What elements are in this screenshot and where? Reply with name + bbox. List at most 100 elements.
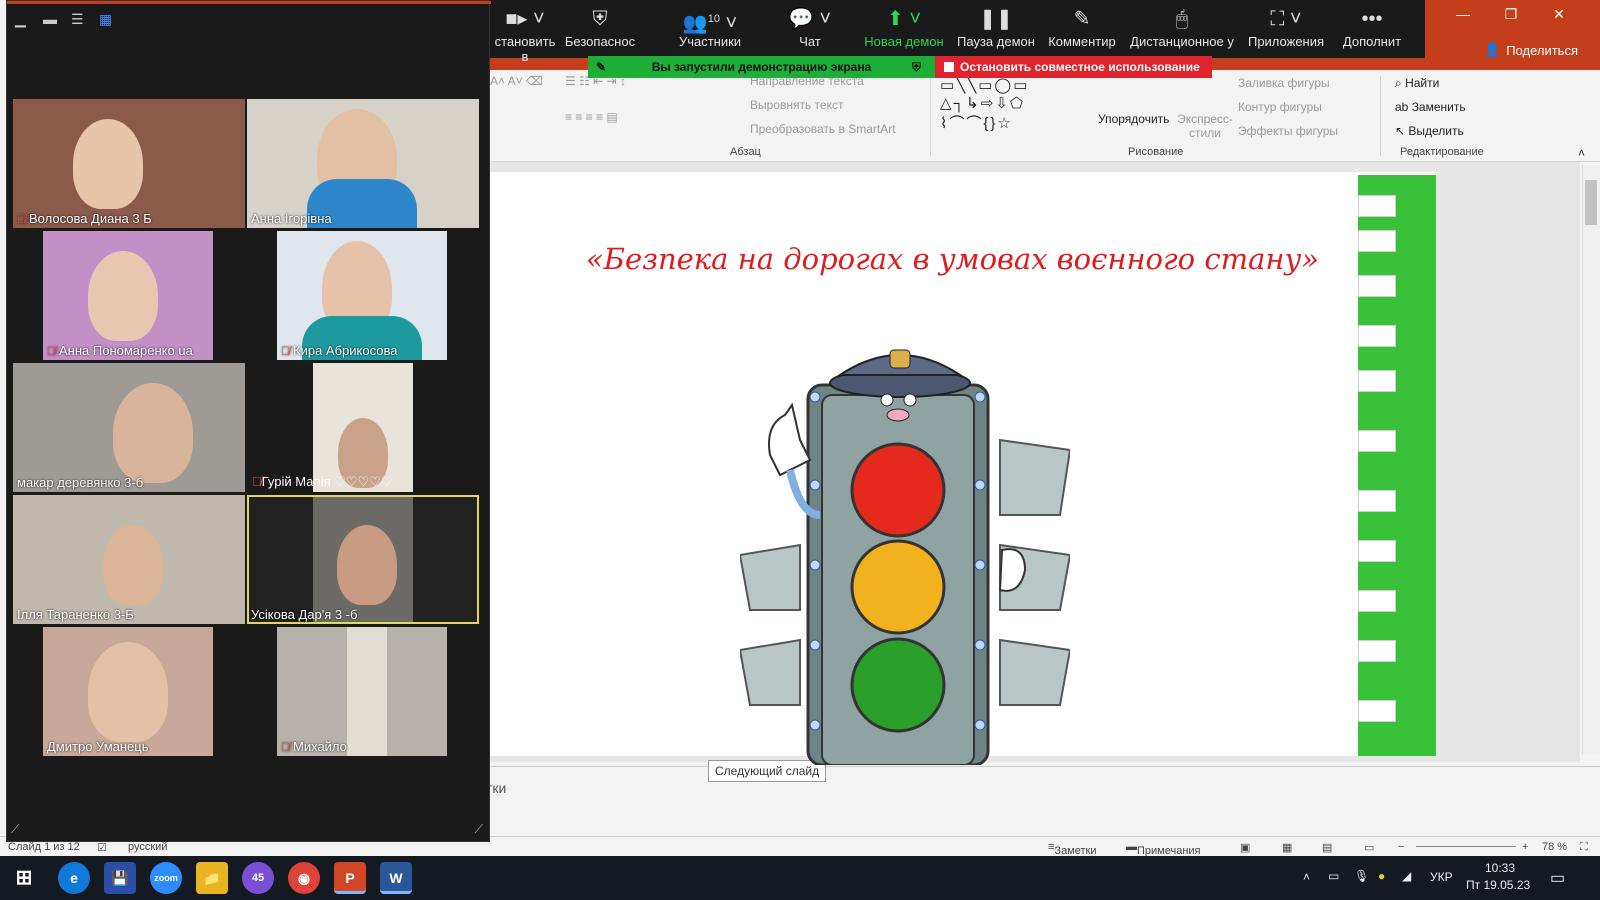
strip-view-icon[interactable]: ☰ — [71, 11, 84, 28]
video-tile[interactable]: Анна Ігорівна — [247, 99, 479, 228]
video-tile[interactable]: Дмитро Уманець — [43, 627, 213, 756]
select-button[interactable]: ↖ Выделить — [1395, 124, 1464, 138]
collapse-ribbon-icon[interactable]: ˄ — [1578, 146, 1585, 160]
annotate-button[interactable]: ✎ Комментир — [1042, 4, 1122, 49]
replace-button[interactable]: ab Заменить — [1395, 100, 1466, 114]
video-tile-active-speaker[interactable]: Усікова Дар'я 3 -б — [247, 495, 479, 624]
battery-icon[interactable]: ▭ — [1328, 869, 1339, 883]
zoom-app-icon[interactable]: zoom — [150, 862, 182, 894]
align-text-button[interactable]: Выровнять текст — [750, 98, 843, 112]
reading-view-icon[interactable]: ▤ — [1322, 841, 1332, 854]
quick-styles-button[interactable]: Экспресс-стили — [1175, 112, 1235, 140]
ribbon: Направление текста Выровнять текст Преоб… — [480, 70, 1600, 162]
video-tile[interactable]: 🎙̸ Михайло — [277, 627, 447, 756]
gallery-view-icon[interactable]: ▦ — [99, 11, 112, 28]
video-tile[interactable]: 🎙̸ Волосова Диана 3 Б — [13, 99, 245, 228]
edge-icon[interactable]: e — [58, 862, 90, 894]
participant-video — [88, 642, 168, 742]
strip-tab — [1358, 430, 1396, 452]
resize-handle-icon[interactable]: ⟋ — [11, 822, 19, 837]
apps-button[interactable]: ⛶ ˅ Приложения — [1242, 4, 1330, 49]
video-button[interactable]: ■▸ ˅ становить в — [490, 4, 560, 64]
mouse-icon: 🖱 — [1176, 8, 1188, 30]
more-button[interactable]: ••• Дополнит — [1332, 4, 1412, 49]
notes-button[interactable]: ≡ Заметки — [1048, 841, 1097, 857]
participants-button[interactable]: 👥10 ˅ Участники — [660, 4, 760, 49]
strip-tab — [1358, 230, 1396, 252]
maximize-icon[interactable]: ❐ — [1496, 6, 1526, 23]
shapes-gallery[interactable]: ▭╲╲▭◯▭ △┐↳⇨⇩⬠ ⌇⌒⌒{}☆ — [940, 76, 1029, 133]
minimize-icon[interactable]: — — [1448, 6, 1478, 22]
tray-expand-icon[interactable]: ˄ — [1303, 870, 1310, 884]
chrome-icon[interactable]: ◉ — [288, 862, 320, 894]
find-button[interactable]: ⌕ Найти — [1395, 76, 1439, 91]
microphone-icon[interactable]: 🎙 — [1354, 869, 1369, 883]
zoom-gallery-panel: ▁ ▬ ☰ ▦ 🎙̸ Волосова Диана 3 Б Анна Ігорів… — [6, 0, 491, 842]
participant-name: Гурій Марія ♡♡♡♡♡ — [261, 474, 393, 489]
strip-tab — [1358, 590, 1396, 612]
viber-icon[interactable]: 45 — [242, 862, 274, 894]
notes-pane[interactable] — [480, 766, 1600, 836]
zoom-slider[interactable] — [1416, 846, 1516, 847]
muted-mic-icon: 🎙̸ — [281, 344, 290, 358]
participant-name: Анна Пономаренко ua — [59, 343, 193, 358]
clock-time[interactable]: 10:33 — [1485, 861, 1515, 875]
smartart-button[interactable]: Преобразовать в SmartArt — [750, 122, 896, 136]
video-tile[interactable]: Ілля Тараненко 3-Б — [13, 495, 245, 624]
language-indicator[interactable]: УКР — [1430, 870, 1453, 884]
video-tile[interactable]: 🎙̸ Анна Пономаренко ua — [43, 231, 213, 360]
arrange-button[interactable]: Упорядочить — [1098, 112, 1169, 126]
zoom-in-icon[interactable]: + — [1522, 841, 1528, 853]
minimize-gallery-icon[interactable]: ▁ — [15, 11, 26, 28]
shape-effects-button[interactable]: Эффекты фигуры — [1238, 124, 1338, 138]
slideshow-icon[interactable]: ▭ — [1364, 841, 1374, 854]
clock-date[interactable]: Пт 19.05.23 — [1466, 878, 1530, 892]
new-share-button[interactable]: ⬆ ˅ Новая демон — [860, 4, 948, 49]
chat-button[interactable]: 💬 ˅ Чат — [780, 4, 840, 49]
comments-button[interactable]: ▬ Примечания — [1126, 841, 1201, 857]
search-icon: ⌕ — [1395, 76, 1406, 90]
vertical-scrollbar[interactable] — [1582, 165, 1600, 755]
word-taskbar-icon[interactable]: W — [380, 862, 412, 894]
zoom-out-icon[interactable]: − — [1398, 841, 1404, 853]
resize-handle-icon[interactable]: ⟋ — [475, 822, 483, 837]
font-size-icons[interactable]: A˄ A˅ ⌫ — [490, 74, 543, 88]
single-view-icon[interactable]: ▬ — [43, 11, 57, 27]
video-tile[interactable] — [313, 363, 413, 492]
fit-slide-icon[interactable]: ⛶ — [1580, 841, 1588, 854]
tray-app-icon[interactable]: ● — [1378, 869, 1385, 883]
zoom-level[interactable]: 78 % — [1542, 841, 1567, 853]
participant-video — [88, 251, 158, 341]
notifications-icon[interactable]: ▭ — [1550, 868, 1565, 888]
video-tile[interactable]: 🎙̸ Кира Абрикосова — [277, 231, 447, 360]
participant-video — [73, 119, 143, 209]
start-menu-icon[interactable]: ⊞ — [8, 862, 40, 894]
ppt-titlebar: ⧉ — ❐ ✕ — [1400, 0, 1600, 36]
share-button[interactable]: 👤 Поделиться — [1484, 42, 1578, 58]
scrollbar-thumb[interactable] — [1585, 180, 1597, 225]
apps-icon: ⛶ ˅ — [1270, 8, 1302, 30]
powerpoint-taskbar-icon[interactable]: P — [334, 862, 366, 894]
shape-fill-button[interactable]: Заливка фигуры — [1238, 76, 1330, 90]
sharing-status-banner[interactable]: ✎ Вы запустили демонстрацию экрана ⛨ — [588, 56, 935, 78]
security-button[interactable]: ⛨ Безопаснос — [560, 4, 640, 49]
shape-outline-button[interactable]: Контур фигуры — [1238, 100, 1322, 114]
pause-share-button[interactable]: ❚❚ Пауза демон — [952, 4, 1040, 49]
file-explorer-icon[interactable]: 📁 — [196, 862, 228, 894]
slide-sorter-icon[interactable]: ▦ — [1282, 841, 1292, 854]
remote-control-button[interactable]: 🖱 Дистанционное у — [1124, 4, 1240, 49]
share-label: Поделиться — [1506, 42, 1578, 58]
language-indicator[interactable]: русский — [128, 841, 167, 853]
spellcheck-icon[interactable]: ☑ — [97, 841, 107, 854]
save-app-icon[interactable]: 💾 — [104, 862, 136, 894]
stop-share-button[interactable]: Остановить совместное использование — [935, 56, 1212, 78]
close-icon[interactable]: ✕ — [1544, 6, 1574, 23]
pause-icon: ❚❚ — [979, 8, 1013, 30]
normal-view-icon[interactable]: ▣ — [1240, 841, 1250, 854]
drawing-group-label: Рисование — [1128, 146, 1184, 158]
align-icons[interactable]: ≡ ≡ ≡ ≡ ▤ — [565, 110, 618, 124]
wifi-icon[interactable]: ◢ — [1402, 869, 1411, 883]
slide-counter: Слайд 1 из 12 — [8, 841, 80, 853]
share-screen-icon: ⬆ ˅ — [887, 8, 921, 30]
video-tile[interactable]: макар деревянко 3-б — [13, 363, 245, 492]
